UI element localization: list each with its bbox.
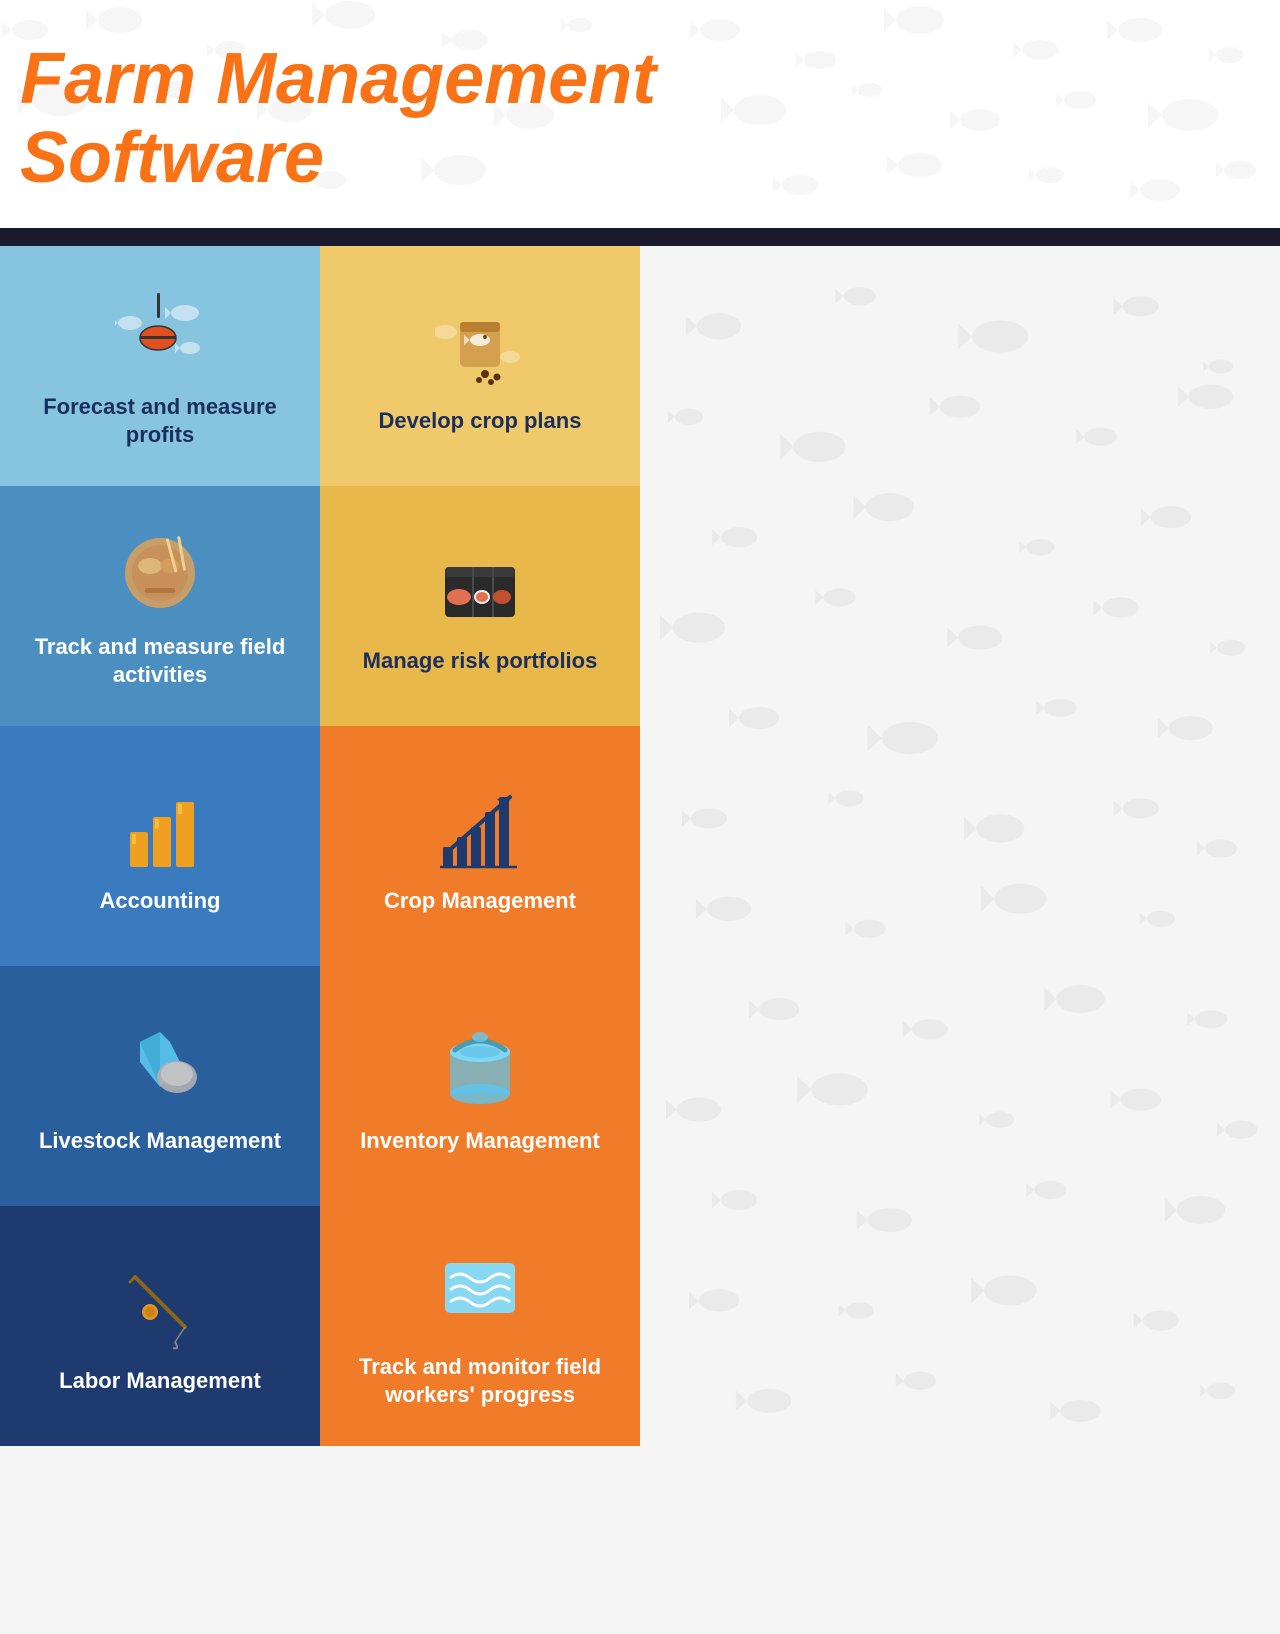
labor-label: Labor Management bbox=[59, 1367, 261, 1396]
livestock-cell[interactable]: Livestock Management bbox=[0, 966, 320, 1206]
accounting-cell[interactable]: Accounting bbox=[0, 726, 320, 966]
field-activities-cell[interactable]: Track and measure field activities bbox=[0, 486, 320, 726]
inventory-icon bbox=[435, 1022, 525, 1112]
crop-management-icon bbox=[435, 782, 525, 872]
page-title: Farm Management Software bbox=[20, 40, 1260, 198]
crop-management-cell[interactable]: Crop Management bbox=[320, 726, 640, 966]
forecast-cell[interactable]: Forecast and measure profits bbox=[0, 246, 320, 486]
features-grid: Forecast and measure profits Track a bbox=[0, 246, 1280, 1451]
right-column: Develop crop plans Manage bbox=[320, 246, 640, 1451]
crop-management-label: Crop Management bbox=[384, 887, 576, 916]
right-decorative-area bbox=[640, 246, 1280, 1451]
risk-portfolios-icon bbox=[435, 542, 525, 632]
accounting-icon bbox=[115, 782, 205, 872]
inventory-label: Inventory Management bbox=[360, 1127, 600, 1156]
livestock-label: Livestock Management bbox=[39, 1127, 281, 1156]
header: Farm Management Software bbox=[0, 0, 1280, 228]
crop-plans-label: Develop crop plans bbox=[379, 407, 582, 436]
risk-portfolios-cell[interactable]: Manage risk portfolios bbox=[320, 486, 640, 726]
left-column: Forecast and measure profits Track a bbox=[0, 246, 320, 1451]
field-workers-cell[interactable]: Track and monitor field workers' progres… bbox=[320, 1206, 640, 1446]
title-line1: Farm Management bbox=[20, 40, 1260, 119]
forecast-label: Forecast and measure profits bbox=[20, 393, 300, 450]
right-fish-background bbox=[640, 246, 1280, 1451]
crop-plans-cell[interactable]: Develop crop plans bbox=[320, 246, 640, 486]
inventory-cell[interactable]: Inventory Management bbox=[320, 966, 640, 1206]
field-activities-icon bbox=[115, 528, 205, 618]
labor-cell[interactable]: Labor Management bbox=[0, 1206, 320, 1446]
field-workers-label: Track and monitor field workers' progres… bbox=[340, 1353, 620, 1410]
forecast-icon bbox=[115, 288, 205, 378]
labor-icon bbox=[115, 1262, 205, 1352]
accounting-label: Accounting bbox=[100, 887, 221, 916]
dark-separator-bar bbox=[0, 228, 1280, 246]
field-workers-icon bbox=[435, 1248, 525, 1338]
field-activities-label: Track and measure field activities bbox=[20, 633, 300, 690]
livestock-icon bbox=[115, 1022, 205, 1112]
title-line2: Software bbox=[20, 119, 1260, 198]
risk-portfolios-label: Manage risk portfolios bbox=[363, 647, 598, 676]
crop-plans-icon bbox=[435, 302, 525, 392]
